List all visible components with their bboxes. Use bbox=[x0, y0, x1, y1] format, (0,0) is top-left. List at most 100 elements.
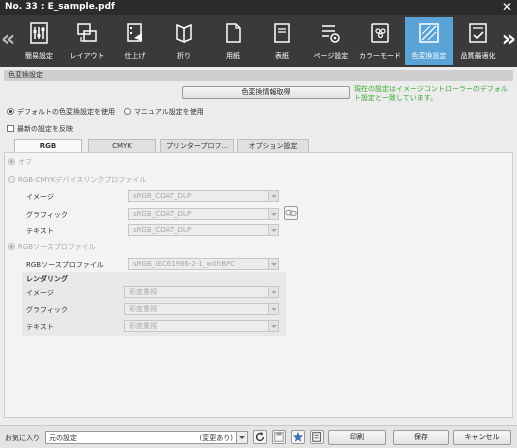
print-button[interactable]: 印刷 bbox=[328, 430, 386, 445]
star-icon bbox=[292, 431, 304, 442]
tab-page-settings[interactable]: ページ設定 bbox=[307, 17, 355, 65]
save-favorite-button[interactable] bbox=[272, 430, 286, 444]
off-label: オフ bbox=[18, 158, 32, 166]
tab-label: 色変換設定 bbox=[411, 52, 447, 60]
fold-icon bbox=[176, 23, 192, 44]
close-icon[interactable]: ✕ bbox=[502, 0, 512, 14]
tab-printer-profile[interactable]: プリンタープロフ... bbox=[160, 139, 234, 152]
favorite-star-button[interactable] bbox=[291, 430, 305, 444]
tab-color-mode[interactable]: カラーモード bbox=[356, 17, 404, 65]
favorites-select[interactable]: 元の設定 (変更あり) bbox=[45, 431, 248, 444]
chevron-down-icon bbox=[268, 304, 278, 314]
rendering-graphic-select[interactable]: 彩度重視 bbox=[124, 303, 279, 315]
tab-label: 用紙 bbox=[226, 52, 240, 60]
layout-icon bbox=[77, 23, 97, 42]
tab-layout[interactable]: レイアウト bbox=[63, 17, 111, 65]
use-default-radio[interactable] bbox=[7, 108, 14, 115]
chevron-down-icon bbox=[268, 191, 278, 201]
source-profile-radio[interactable] bbox=[8, 243, 15, 250]
refresh-icon bbox=[255, 431, 265, 442]
save-button[interactable]: 保存 bbox=[393, 430, 449, 445]
tab-label: ページ設定 bbox=[313, 52, 349, 60]
scroll-left-icon[interactable]: « bbox=[1, 27, 15, 52]
section-header: 色変換設定 bbox=[4, 70, 513, 81]
select-value: sRGB_COAT_DLP bbox=[133, 192, 192, 200]
title-bar: No. 33 : E_sample.pdf ✕ bbox=[0, 0, 517, 15]
chevron-down-icon bbox=[268, 287, 278, 297]
favorites-label: お気に入り bbox=[5, 434, 40, 442]
rendering-title: レンダリング bbox=[26, 275, 68, 283]
rendering-graphic-label: グラフィック bbox=[26, 306, 68, 314]
favorites-value: 元の設定 bbox=[49, 434, 77, 442]
chevron-down-icon bbox=[268, 321, 278, 331]
tab-finishing[interactable]: 仕上げ bbox=[111, 17, 159, 65]
tab-label: レイアウト bbox=[69, 52, 105, 60]
devicelink-graphic-label: グラフィック bbox=[26, 211, 68, 219]
simple-settings-icon bbox=[30, 22, 48, 44]
chevron-down-icon bbox=[268, 225, 278, 235]
edit-favorite-button[interactable] bbox=[310, 430, 324, 444]
chevron-down-icon bbox=[236, 432, 247, 443]
select-value: 彩度重視 bbox=[129, 322, 157, 330]
tab-option-settings[interactable]: オプション設定 bbox=[237, 139, 309, 152]
devicelink-label: RGB-CMYKデバイスリンクプロファイル bbox=[18, 176, 147, 184]
tab-label: カラーモード bbox=[359, 52, 401, 60]
page-settings-icon bbox=[322, 25, 340, 43]
devicelink-radio[interactable] bbox=[8, 176, 15, 183]
floppy-disk-icon bbox=[274, 432, 284, 442]
tab-paper[interactable]: 用紙 bbox=[209, 17, 257, 65]
favorites-modified: (変更あり) bbox=[199, 434, 233, 442]
rendering-image-select[interactable]: 彩度重視 bbox=[124, 286, 279, 298]
quality-optimize-icon bbox=[469, 23, 487, 43]
tab-label: 簡易設定 bbox=[25, 52, 53, 60]
get-color-info-button[interactable]: 色変換情報取得 bbox=[182, 86, 350, 99]
select-value: 彩度重視 bbox=[129, 305, 157, 313]
select-value: sRGB_COAT_DLP bbox=[133, 210, 192, 218]
tab-quality-optimize[interactable]: 品質最適化 bbox=[454, 17, 502, 65]
cover-icon bbox=[274, 23, 290, 43]
select-value: sRGB_IEC61966-2-1_withBPC bbox=[133, 260, 236, 268]
select-value: 彩度重視 bbox=[129, 288, 157, 296]
use-manual-label: マニュアル設定を使用 bbox=[134, 108, 204, 116]
chevron-down-icon bbox=[268, 209, 278, 219]
chevron-down-icon bbox=[268, 259, 278, 269]
source-profile-select[interactable]: sRGB_IEC61966-2-1_withBPC bbox=[128, 258, 279, 270]
tab-color-conversion[interactable]: 色変換設定 bbox=[405, 17, 453, 65]
paper-icon bbox=[226, 23, 241, 43]
refresh-button[interactable] bbox=[253, 430, 267, 444]
tab-label: 仕上げ bbox=[124, 52, 146, 60]
reflect-latest-label: 最新の設定を反映 bbox=[17, 125, 73, 133]
tab-fold[interactable]: 折り bbox=[160, 17, 208, 65]
rendering-text-label: テキスト bbox=[26, 323, 54, 331]
link-button[interactable] bbox=[284, 206, 298, 220]
color-mode-icon bbox=[371, 23, 389, 43]
color-conversion-icon bbox=[419, 23, 439, 43]
source-profile-row-label: RGBソースプロファイル bbox=[26, 261, 104, 269]
devicelink-text-select[interactable]: sRGB_COAT_DLP bbox=[128, 224, 279, 236]
off-radio[interactable] bbox=[8, 158, 15, 165]
source-profile-label: RGBソースプロファイル bbox=[18, 243, 96, 251]
rendering-image-label: イメージ bbox=[26, 289, 54, 297]
function-toolbar: « 簡易設定 レイアウト 仕上げ 折り 用紙 表紙 ページ設定 カラーモード 色… bbox=[0, 15, 517, 67]
finishing-icon bbox=[127, 23, 142, 42]
cancel-button[interactable]: キャンセル bbox=[453, 430, 511, 445]
scroll-right-icon[interactable]: » bbox=[502, 27, 516, 52]
tab-rgb[interactable]: RGB bbox=[14, 139, 82, 152]
status-message: 現在の設定はイメージコントローラーのデフォルト設定と一致しています。 bbox=[354, 85, 508, 102]
devicelink-graphic-select[interactable]: sRGB_COAT_DLP bbox=[128, 208, 279, 220]
select-value: sRGB_COAT_DLP bbox=[133, 226, 192, 234]
tab-label: 折り bbox=[177, 52, 191, 60]
devicelink-text-label: テキスト bbox=[26, 227, 54, 235]
rendering-text-select[interactable]: 彩度重視 bbox=[124, 320, 279, 332]
tab-cover[interactable]: 表紙 bbox=[258, 17, 306, 65]
devicelink-image-label: イメージ bbox=[26, 193, 54, 201]
tab-cmyk[interactable]: CMYK bbox=[88, 139, 156, 152]
use-default-label: デフォルトの色変換設定を使用 bbox=[17, 108, 115, 116]
devicelink-image-select[interactable]: sRGB_COAT_DLP bbox=[128, 190, 279, 202]
reflect-latest-checkbox[interactable] bbox=[7, 125, 14, 132]
use-manual-radio[interactable] bbox=[124, 108, 131, 115]
bottom-bar: お気に入り 元の設定 (変更あり) 印刷 保存 キャンセル bbox=[0, 425, 517, 448]
tab-simple-settings[interactable]: 簡易設定 bbox=[15, 17, 63, 65]
edit-list-icon bbox=[312, 432, 321, 442]
tab-label: 表紙 bbox=[275, 52, 289, 60]
